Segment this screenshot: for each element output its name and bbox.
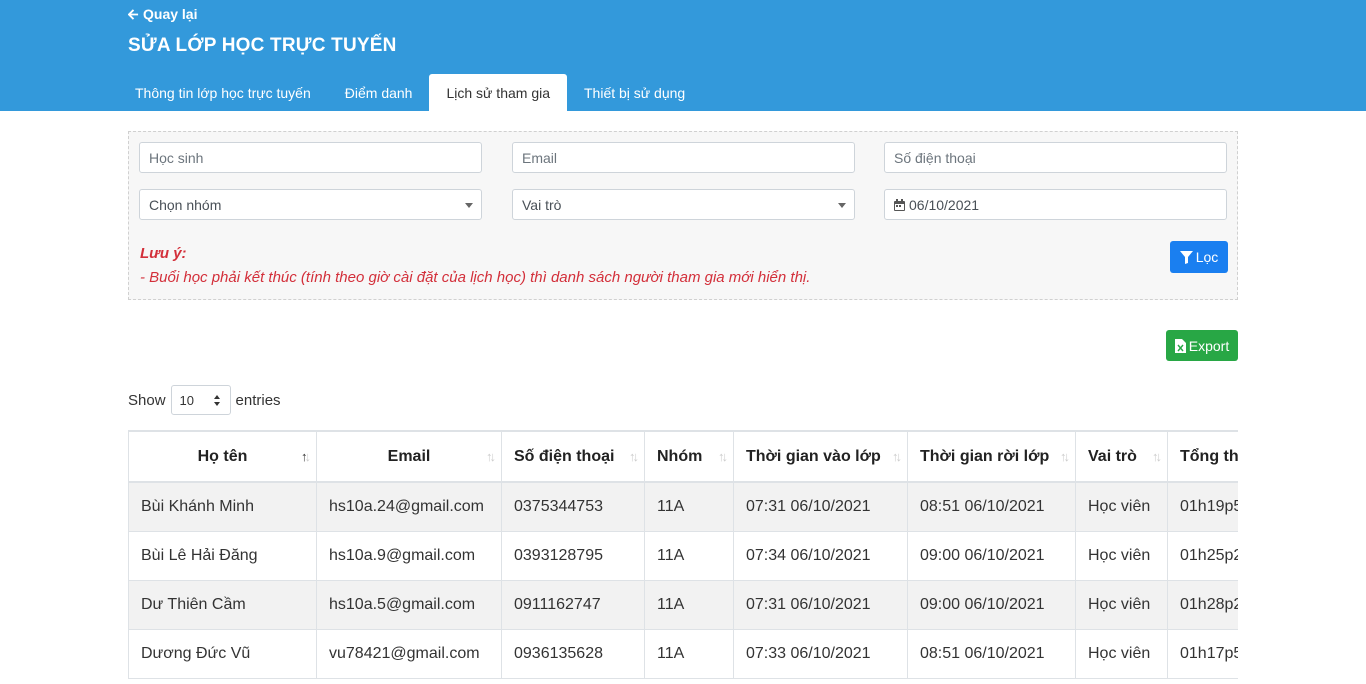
cell-email: hs10a.9@gmail.com (316, 530, 502, 581)
cell-phone: 0375344753 (501, 481, 645, 532)
sort-icon: ↑↓ (892, 449, 902, 464)
group-select-value: Chọn nhóm (149, 196, 222, 213)
filter-button-label: Lọc (1195, 249, 1219, 265)
table-row: Dương Đức Vũ vu78421@gmail.com 093613562… (128, 628, 1238, 679)
cell-leave-time: 09:00 06/10/2021 (907, 530, 1076, 581)
tab-attendance[interactable]: Điểm danh (328, 74, 430, 111)
role-select[interactable]: Vai trò (512, 189, 855, 220)
entries-label: entries (235, 391, 281, 409)
filter-button[interactable]: Lọc (1170, 241, 1228, 273)
cell-email: vu78421@gmail.com (316, 628, 502, 679)
cell-role: Học viên (1075, 579, 1168, 630)
export-button-label: Export (1188, 337, 1230, 354)
tab-devices[interactable]: Thiết bị sử dụng (567, 74, 702, 111)
note-title: Lưu ý: (140, 245, 187, 262)
column-header-group[interactable]: Nhóm ↑↓ (644, 430, 734, 483)
phone-input[interactable] (884, 142, 1227, 173)
sort-icon: ↑↓ (1060, 449, 1070, 464)
table-header-row: Họ tên ↑↓ Email ↑↓ Số điện thoại ↑↓ Nhóm ↑↓ … (128, 430, 1238, 483)
cell-role: Học viên (1075, 628, 1168, 679)
table-row: Dư Thiên Cầm hs10a.5@gmail.com 091116274… (128, 579, 1238, 630)
show-label: Show (128, 391, 166, 409)
cell-leave-time: 08:51 06/10/2021 (907, 628, 1076, 679)
email-input[interactable] (512, 142, 855, 173)
cell-join-time: 07:33 06/10/2021 (733, 628, 908, 679)
cell-join-time: 07:31 06/10/2021 (733, 481, 908, 532)
sort-icon: ↑↓ (486, 449, 496, 464)
arrow-left-icon (128, 8, 139, 20)
participants-table-wrapper[interactable]: Họ tên ↑↓ Email ↑↓ Số điện thoại ↑↓ Nhóm ↑↓ … (128, 430, 1238, 684)
cell-group: 11A (644, 579, 734, 630)
tab-participation-history[interactable]: Lịch sử tham gia (429, 74, 567, 111)
date-value: 06/10/2021 (909, 196, 980, 213)
back-link[interactable]: Quay lại (128, 6, 197, 22)
sort-icon: ↑↓ (629, 449, 639, 464)
cell-join-time: 07:31 06/10/2021 (733, 579, 908, 630)
note-text: - Buổi học phải kết thúc (tính theo giờ … (140, 269, 811, 286)
sort-asc-icon: ↑↓ (301, 449, 311, 464)
column-header-email[interactable]: Email ↑↓ (316, 430, 502, 483)
cell-total-time: 01h19p5 (1167, 481, 1238, 532)
column-header-join-time[interactable]: Thời gian vào lớp ↑↓ (733, 430, 908, 483)
table-row: Bùi Lê Hải Đăng hs10a.9@gmail.com 039312… (128, 530, 1238, 581)
cell-total-time: 01h25p2 (1167, 530, 1238, 581)
date-picker[interactable]: 06/10/2021 (884, 189, 1227, 220)
cell-join-time: 07:34 06/10/2021 (733, 530, 908, 581)
filter-icon (1179, 250, 1193, 264)
caret-down-icon (838, 203, 846, 208)
role-select-value: Vai trò (522, 196, 562, 213)
cell-group: 11A (644, 530, 734, 581)
page-header: Quay lại SỬA LỚP HỌC TRỰC TUYẾN Thông ti… (0, 0, 1366, 111)
cell-group: 11A (644, 481, 734, 532)
updown-arrows-icon (213, 395, 220, 406)
cell-name: Dư Thiên Cầm (128, 579, 317, 630)
cell-group: 11A (644, 628, 734, 679)
cell-email: hs10a.24@gmail.com (316, 481, 502, 532)
cell-total-time: 01h28p2 (1167, 579, 1238, 630)
cell-role: Học viên (1075, 530, 1168, 581)
column-header-total-time[interactable]: Tổng thời gian (1167, 430, 1238, 483)
cell-role: Học viên (1075, 481, 1168, 532)
sort-icon: ↑↓ (718, 449, 728, 464)
participants-table: Họ tên ↑↓ Email ↑↓ Số điện thoại ↑↓ Nhóm ↑↓ … (128, 430, 1238, 679)
back-link-label: Quay lại (143, 6, 198, 22)
column-header-role[interactable]: Vai trò ↑↓ (1075, 430, 1168, 483)
cell-email: hs10a.5@gmail.com (316, 579, 502, 630)
column-header-name[interactable]: Họ tên ↑↓ (128, 430, 317, 483)
cell-name: Bùi Lê Hải Đăng (128, 530, 317, 581)
caret-down-icon (465, 203, 473, 208)
excel-file-icon (1174, 338, 1186, 353)
cell-phone: 0911162747 (501, 579, 645, 630)
cell-total-time: 01h17p5 (1167, 628, 1238, 679)
table-row: Bùi Khánh Minh hs10a.24@gmail.com 037534… (128, 481, 1238, 532)
cell-phone: 0393128795 (501, 530, 645, 581)
cell-name: Bùi Khánh Minh (128, 481, 317, 532)
filter-panel: Chọn nhóm Vai trò 06/10/2021 Lưu ý: - Bu… (128, 131, 1238, 300)
cell-phone: 0936135628 (501, 628, 645, 679)
column-header-phone[interactable]: Số điện thoại ↑↓ (501, 430, 645, 483)
tab-bar: Thông tin lớp học trực tuyến Điểm danh L… (118, 74, 702, 111)
cell-leave-time: 09:00 06/10/2021 (907, 579, 1076, 630)
group-select[interactable]: Chọn nhóm (139, 189, 482, 220)
entries-select[interactable]: 10 (170, 385, 231, 415)
page-title: SỬA LỚP HỌC TRỰC TUYẾN (128, 35, 397, 56)
export-button[interactable]: Export (1166, 330, 1238, 361)
column-header-leave-time[interactable]: Thời gian rời lớp ↑↓ (907, 430, 1076, 483)
tab-class-info[interactable]: Thông tin lớp học trực tuyến (118, 74, 328, 111)
sort-icon: ↑↓ (1152, 449, 1162, 464)
length-menu: Show 10 entries (128, 385, 281, 415)
student-input[interactable] (139, 142, 482, 173)
entries-select-value: 10 (179, 392, 194, 408)
calendar-icon (894, 198, 905, 211)
cell-leave-time: 08:51 06/10/2021 (907, 481, 1076, 532)
cell-name: Dương Đức Vũ (128, 628, 317, 679)
